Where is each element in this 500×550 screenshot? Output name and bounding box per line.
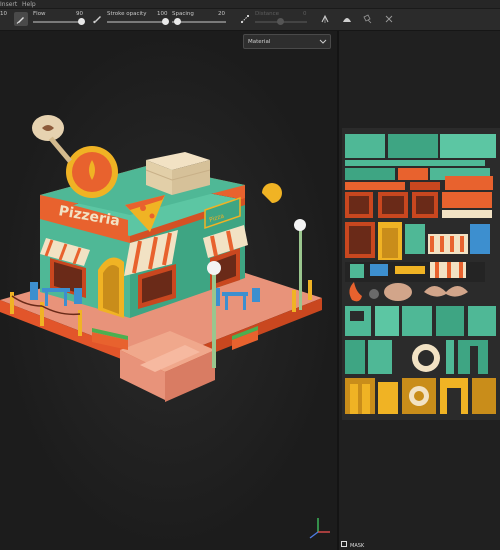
size-value[interactable]: 10 — [0, 11, 7, 17]
flow-label: Flow — [33, 11, 46, 17]
stroke-opacity-slider-track[interactable] — [107, 21, 167, 23]
stroke-opacity-value[interactable]: 100 — [157, 11, 168, 17]
settings-icon — [385, 15, 393, 23]
chevron-down-icon — [319, 37, 327, 47]
stencil-button[interactable] — [340, 12, 354, 26]
flow-value[interactable]: 90 — [76, 11, 83, 17]
lazy-mouse-icon — [241, 15, 249, 23]
flow-slider-track[interactable] — [33, 21, 83, 23]
flow-slider-handle[interactable] — [78, 18, 85, 25]
camera-icon — [363, 14, 372, 24]
camera-button[interactable] — [360, 12, 374, 26]
mask-label[interactable]: MASK — [350, 543, 364, 549]
2d-texture-view[interactable]: MASK — [339, 31, 500, 550]
spacing-label: Spacing — [172, 11, 194, 17]
stroke-opacity-slider-handle[interactable] — [162, 18, 169, 25]
symmetry-button[interactable] — [318, 12, 332, 26]
settings-button[interactable] — [382, 12, 396, 26]
channel-select[interactable]: Material — [243, 34, 331, 49]
brush-icon — [93, 16, 101, 24]
3d-viewport[interactable]: Pizzeria Pizza — [0, 31, 337, 550]
menu-item-help[interactable]: Help — [22, 1, 36, 8]
pizzeria-3d-model: Pizzeria Pizza — [0, 31, 337, 550]
tool-options-bar: 10 Flow 90 Stroke opacity 100 Spacing 20… — [0, 9, 500, 31]
lazy-mouse-button[interactable] — [238, 12, 252, 26]
mask-toggle-icon[interactable] — [341, 541, 347, 547]
menu-bar: Insert Help — [0, 0, 500, 9]
stroke-opacity-label: Stroke opacity — [107, 11, 147, 17]
stroke-opacity-pressure-button[interactable] — [90, 12, 104, 26]
distance-label: Distance — [255, 11, 280, 17]
channel-select-value: Material — [248, 39, 271, 45]
distance-value: 0 — [303, 11, 307, 17]
pen-pressure-button[interactable] — [14, 12, 28, 26]
spacing-value[interactable]: 20 — [218, 11, 225, 17]
symmetry-icon — [321, 14, 329, 23]
menu-item-insert[interactable]: Insert — [0, 1, 17, 8]
texture-atlas — [342, 128, 500, 420]
distance-slider-handle — [277, 18, 284, 25]
stencil-icon — [343, 18, 351, 22]
pen-pressure-icon — [16, 17, 24, 24]
spacing-slider-handle[interactable] — [174, 18, 181, 25]
